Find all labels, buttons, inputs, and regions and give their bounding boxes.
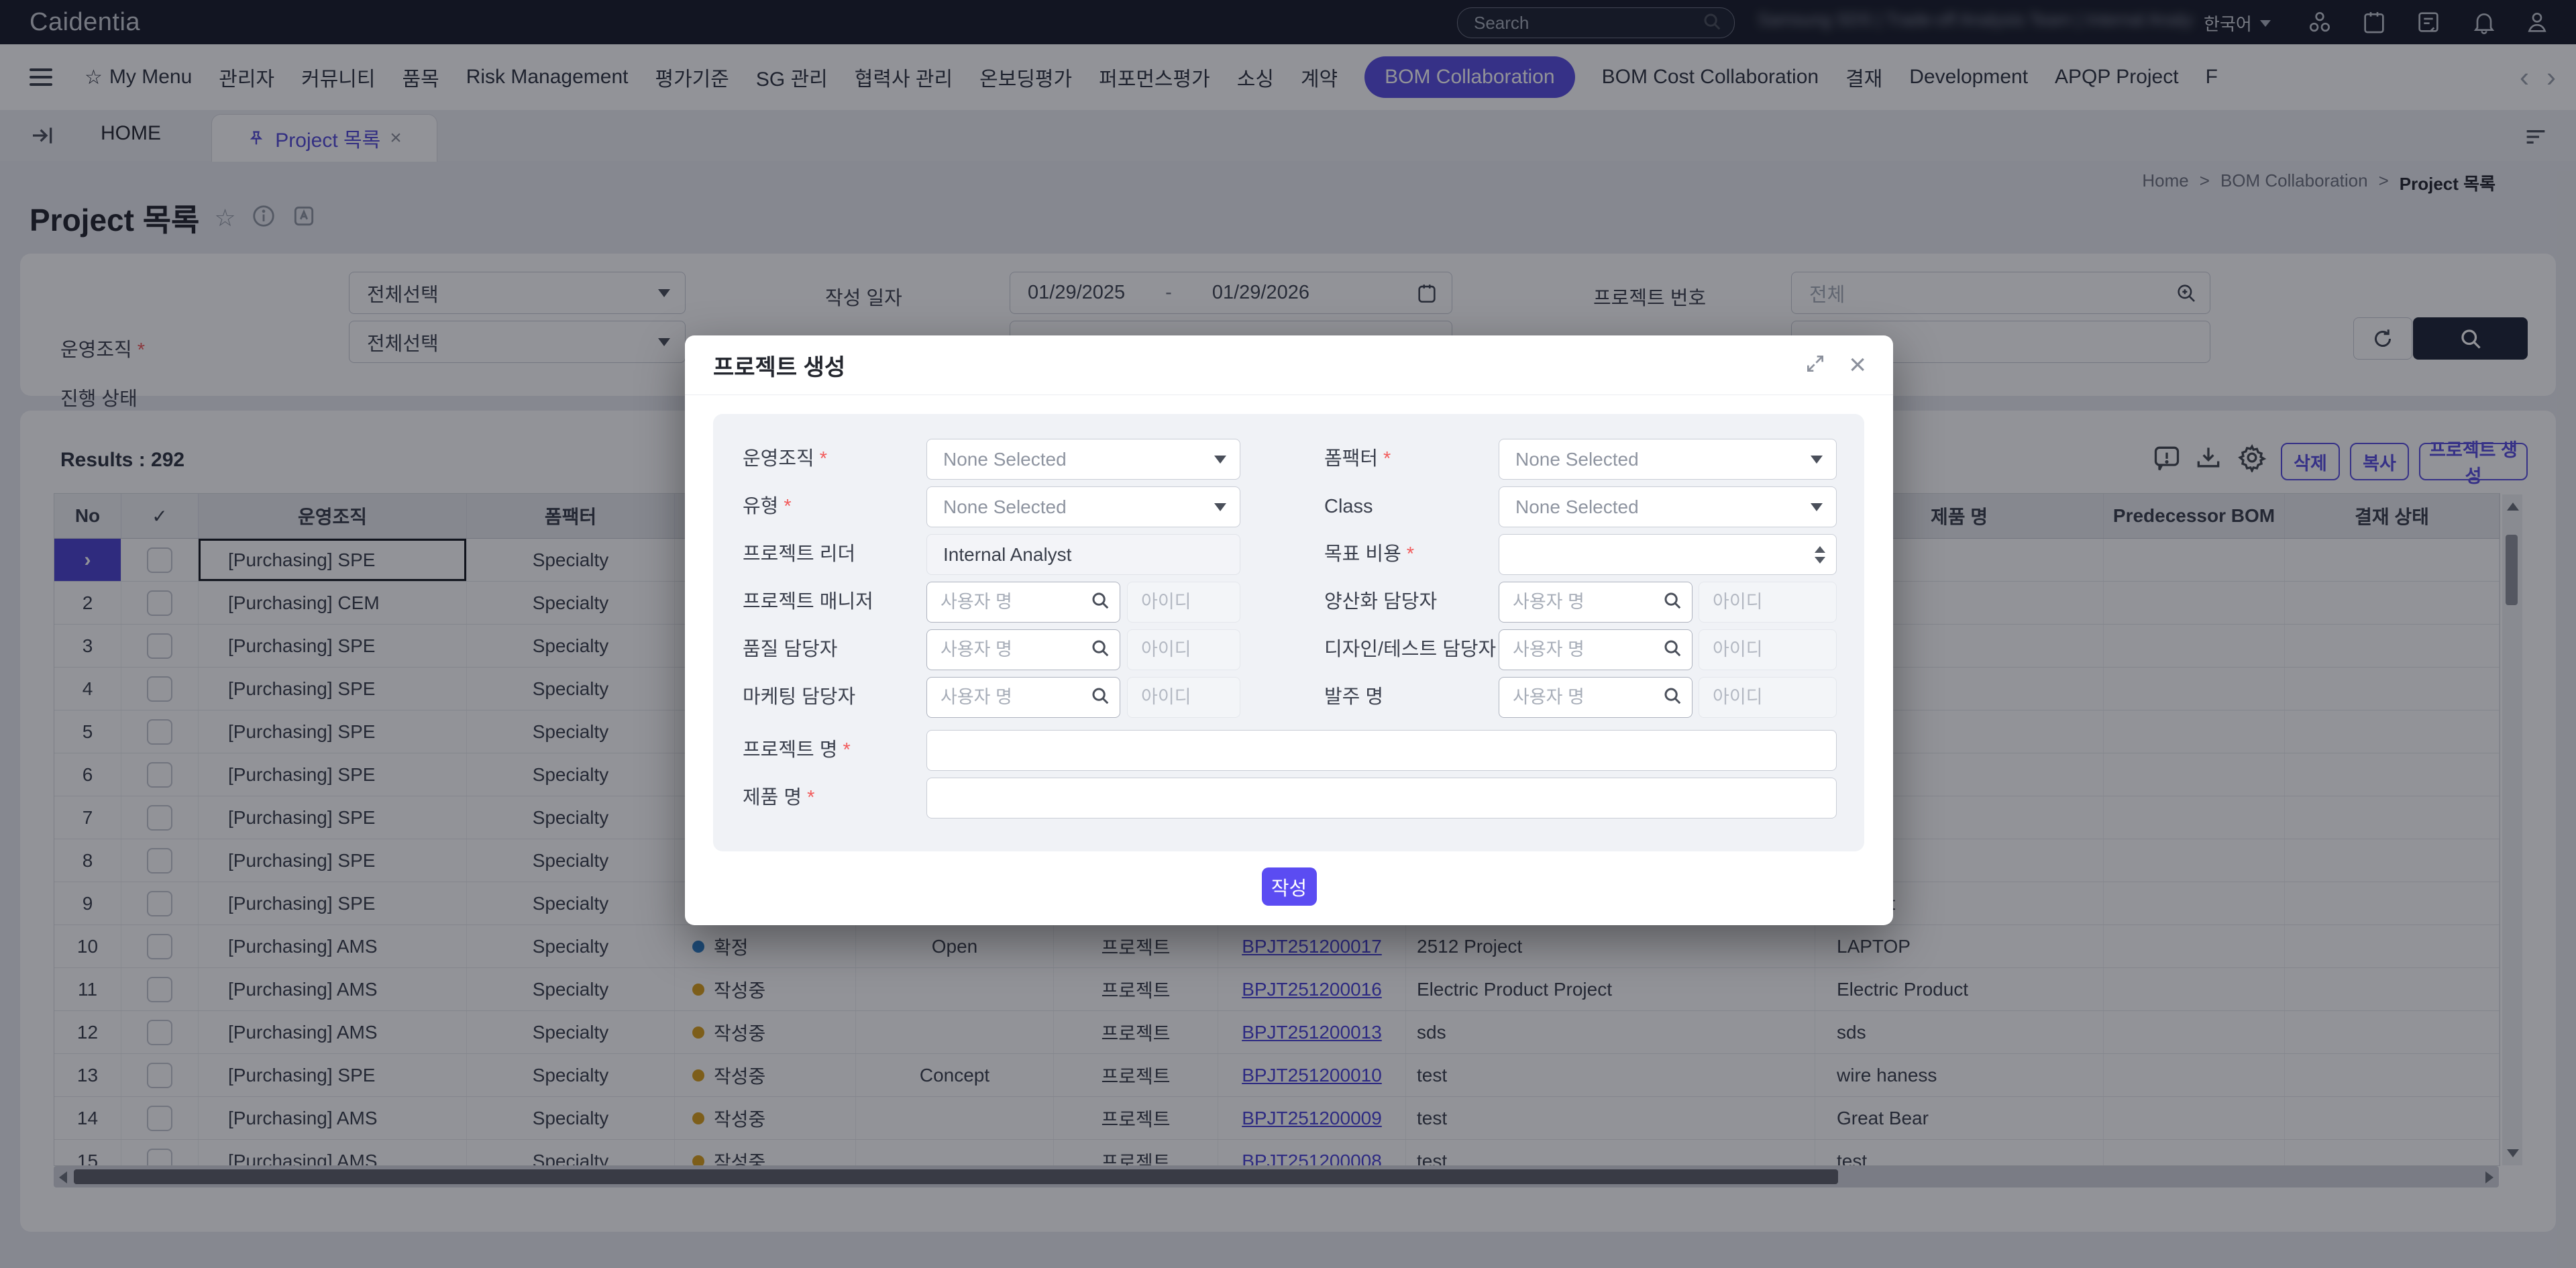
- product-name-input[interactable]: [926, 778, 1837, 818]
- required-marker: [778, 496, 791, 517]
- chevron-down-icon: [1811, 503, 1823, 511]
- expand-icon[interactable]: [1805, 353, 1826, 378]
- required-marker: [814, 448, 827, 470]
- quality-label: 품질 담당자: [743, 629, 837, 670]
- search-icon[interactable]: [1662, 590, 1682, 614]
- quality-user-input[interactable]: [927, 639, 1090, 660]
- submit-button[interactable]: 작성: [1262, 867, 1317, 906]
- product-name-label: 제품 명: [743, 787, 802, 808]
- search-icon[interactable]: [1090, 686, 1110, 709]
- design-test-label: 디자인/테스트 담당자: [1324, 629, 1496, 670]
- chevron-down-icon: [1214, 456, 1226, 464]
- order-label: 발주 명: [1324, 677, 1383, 718]
- org-label: 운영조직: [743, 448, 814, 470]
- type-label: 유형: [743, 496, 778, 517]
- chevron-down-icon: [1214, 503, 1226, 511]
- required-marker: [837, 739, 850, 761]
- order-user-input[interactable]: [1499, 687, 1662, 708]
- modal-title: 프로젝트 생성: [713, 349, 845, 382]
- page-root: Caidentia Samsung SDS | Trade-off Analys…: [0, 0, 2576, 1268]
- type-select[interactable]: None Selected: [926, 486, 1240, 527]
- mass-prod-label: 양산화 담당자: [1324, 582, 1437, 623]
- design-test-user-input[interactable]: [1499, 639, 1662, 660]
- order-id-input: [1699, 677, 1837, 718]
- project-name-input[interactable]: [926, 730, 1837, 771]
- search-icon[interactable]: [1090, 590, 1110, 614]
- leader-input[interactable]: [926, 534, 1240, 575]
- mass-prod-id-input: [1699, 582, 1837, 623]
- marketing-label: 마케팅 담당자: [743, 677, 855, 718]
- stepper-icons[interactable]: [1815, 546, 1825, 564]
- modal-form: 운영조직 None Selected 폼팩터 None Selected 유형 …: [713, 414, 1864, 851]
- close-icon[interactable]: ×: [1849, 355, 1866, 375]
- marketing-user-input[interactable]: [927, 687, 1090, 708]
- pm-user-input[interactable]: [927, 592, 1090, 613]
- chevron-down-icon: [1811, 456, 1823, 464]
- search-icon[interactable]: [1662, 638, 1682, 662]
- leader-label: 프로젝트 리더: [743, 534, 855, 575]
- form-factor-select[interactable]: None Selected: [1499, 439, 1837, 480]
- mass-prod-user-input[interactable]: [1499, 592, 1662, 613]
- required-marker: [1401, 543, 1414, 565]
- class-label: Class: [1324, 486, 1373, 527]
- required-marker: [802, 787, 814, 808]
- quality-id-input: [1127, 629, 1240, 670]
- design-test-id-input: [1699, 629, 1837, 670]
- form-factor-label: 폼팩터: [1324, 448, 1378, 470]
- pm-id-input: [1127, 582, 1240, 623]
- org-select[interactable]: None Selected: [926, 439, 1240, 480]
- search-icon[interactable]: [1662, 686, 1682, 709]
- required-marker: [1378, 448, 1391, 470]
- target-cost-label: 목표 비용: [1324, 543, 1401, 565]
- marketing-id-input: [1127, 677, 1240, 718]
- search-icon[interactable]: [1090, 638, 1110, 662]
- target-cost-input[interactable]: [1499, 534, 1837, 575]
- class-select[interactable]: None Selected: [1499, 486, 1837, 527]
- pm-label: 프로젝트 매니저: [743, 582, 873, 623]
- project-name-label: 프로젝트 명: [743, 739, 837, 761]
- project-create-modal: 프로젝트 생성 × 운영조직 None Selected 폼팩터 None Se…: [685, 335, 1893, 925]
